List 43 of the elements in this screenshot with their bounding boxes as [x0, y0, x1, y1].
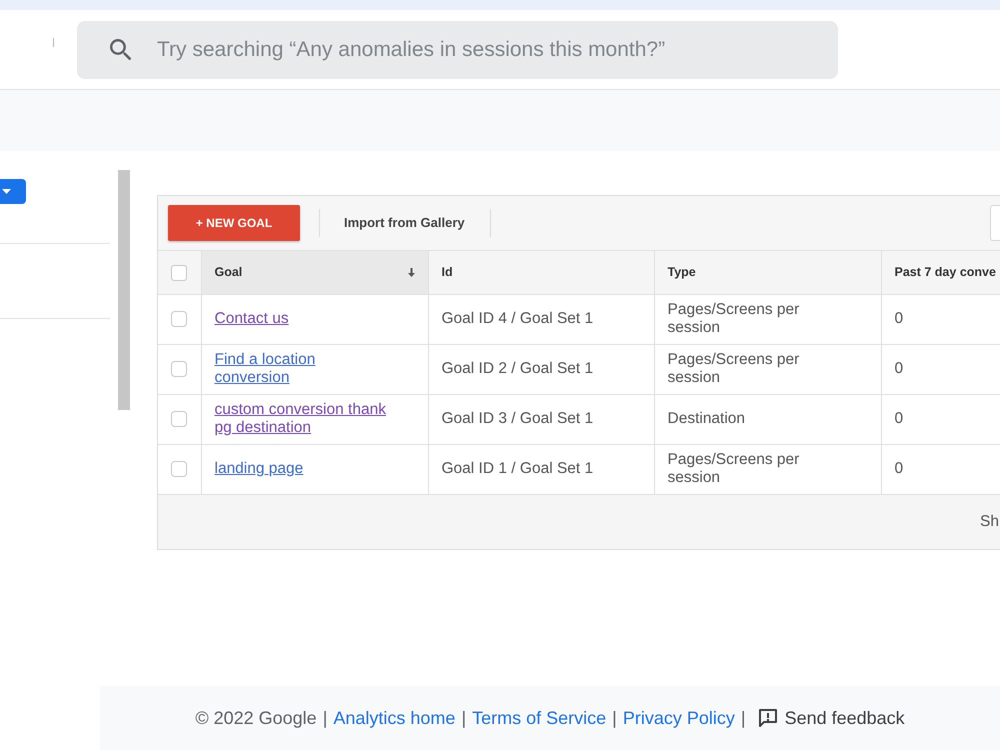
table-cell: Destination: [668, 410, 746, 428]
goal-link[interactable]: landing page: [214, 460, 304, 478]
goal-link[interactable]: Contact us: [214, 310, 289, 328]
table-cell-text: Pages/Screens per session: [668, 301, 800, 337]
footer-link[interactable]: Analytics home: [333, 704, 456, 732]
row-checkbox[interactable]: [171, 410, 188, 427]
table-cell: 0: [881, 444, 1000, 494]
footer-link[interactable]: Privacy Policy: [622, 704, 735, 732]
table-cell: Goal ID 3 / Goal Set 1: [428, 394, 654, 444]
table-footer-text: Sh: [980, 512, 999, 530]
row-checkbox[interactable]: [171, 460, 188, 477]
table-cell-text: Pages/Screens per session: [668, 351, 800, 387]
feedback-icon: [758, 708, 778, 728]
send-feedback-link[interactable]: Send feedback: [758, 704, 905, 732]
table-cell: Goal ID 4 / Goal Set 1: [428, 294, 654, 344]
search-icon: [110, 39, 132, 61]
search-field[interactable]: Try searching “Any anomalies in sessions this month?”: [77, 21, 838, 79]
link-separator: |: [740, 706, 746, 730]
row-checkbox[interactable]: [171, 360, 188, 377]
caret-icon: [2, 189, 11, 194]
table-cell: 0: [881, 344, 1000, 394]
link-separator: |: [461, 706, 466, 730]
copyright-text: © 2022 Google: [195, 706, 317, 730]
new-goal-button[interactable]: + NEW GOAL: [168, 205, 300, 241]
scrollbar-thumb[interactable]: [118, 170, 130, 410]
sort-arrow-icon: [408, 268, 414, 277]
column-header[interactable]: Past 7 day conve: [881, 251, 1000, 294]
table-cell: Goal ID 1 / Goal Set 1: [428, 444, 654, 494]
column-header[interactable]: Goal: [201, 251, 428, 294]
table-cell: Goal ID 2 / Goal Set 1: [428, 344, 654, 394]
input-field[interactable]: [990, 205, 1000, 241]
link-separator: |: [612, 706, 617, 730]
table-cell-text: Pages/Screens per session: [668, 451, 800, 487]
dropdown-button[interactable]: [0, 179, 26, 204]
row-checkbox[interactable]: [171, 310, 188, 327]
import-from-gallery-button[interactable]: Import from Gallery: [344, 213, 465, 233]
footer-link[interactable]: Terms of Service: [472, 704, 606, 732]
column-header[interactable]: Id: [428, 251, 654, 294]
table-cell: 0: [881, 394, 1000, 444]
column-header[interactable]: Type: [654, 251, 881, 294]
table-cell: 0: [881, 294, 1000, 344]
link-separator: |: [322, 706, 328, 730]
select-all-checkbox[interactable]: [171, 264, 188, 281]
